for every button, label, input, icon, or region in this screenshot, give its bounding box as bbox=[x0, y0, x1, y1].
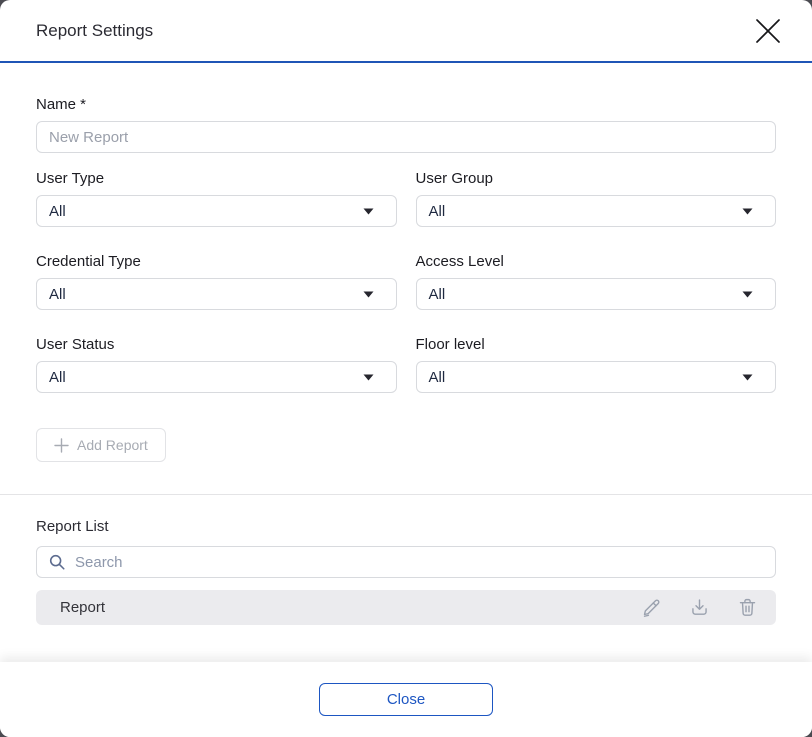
dialog-title: Report Settings bbox=[36, 21, 153, 41]
report-list-title: Report List bbox=[36, 518, 776, 535]
field-user-status: User Status All bbox=[36, 336, 397, 393]
user-status-select[interactable]: All bbox=[36, 361, 397, 393]
add-report-button[interactable]: Add Report bbox=[36, 428, 166, 462]
chevron-down-icon bbox=[363, 208, 374, 215]
report-settings-dialog: Report Settings Name * User Type All bbox=[0, 0, 812, 737]
report-search bbox=[36, 546, 776, 578]
access-level-value: All bbox=[429, 286, 446, 303]
user-group-select[interactable]: All bbox=[416, 195, 777, 227]
close-icon bbox=[753, 16, 783, 46]
add-report-label: Add Report bbox=[77, 437, 148, 453]
report-name-input[interactable] bbox=[36, 121, 776, 153]
user-status-label: User Status bbox=[36, 336, 397, 353]
close-button[interactable]: Close bbox=[319, 683, 493, 716]
dialog-header: Report Settings bbox=[0, 0, 812, 63]
field-access-level: Access Level All bbox=[416, 253, 777, 310]
user-type-value: All bbox=[49, 203, 66, 220]
close-dialog-button[interactable] bbox=[750, 13, 786, 49]
name-field-label: Name * bbox=[36, 96, 776, 113]
user-group-label: User Group bbox=[416, 170, 777, 187]
access-level-select[interactable]: All bbox=[416, 278, 777, 310]
report-item-name: Report bbox=[60, 599, 640, 616]
filter-fields-grid: User Type All User Group All bbox=[36, 170, 776, 393]
dialog-footer: Close bbox=[0, 662, 812, 737]
download-report-button[interactable] bbox=[688, 597, 710, 619]
access-level-label: Access Level bbox=[416, 253, 777, 270]
chevron-down-icon bbox=[742, 208, 753, 215]
section-divider bbox=[0, 494, 812, 495]
chevron-down-icon bbox=[742, 291, 753, 298]
credential-type-label: Credential Type bbox=[36, 253, 397, 270]
user-group-value: All bbox=[429, 203, 446, 220]
report-item-actions bbox=[640, 597, 758, 619]
delete-report-button[interactable] bbox=[736, 597, 758, 619]
plus-icon bbox=[54, 438, 69, 453]
field-user-group: User Group All bbox=[416, 170, 777, 227]
dialog-content: Name * User Type All User Group All bbox=[0, 63, 812, 662]
floor-level-label: Floor level bbox=[416, 336, 777, 353]
field-floor-level: Floor level All bbox=[416, 336, 777, 393]
report-search-input[interactable] bbox=[36, 546, 776, 578]
chevron-down-icon bbox=[742, 374, 753, 381]
user-type-label: User Type bbox=[36, 170, 397, 187]
credential-type-value: All bbox=[49, 286, 66, 303]
user-status-value: All bbox=[49, 369, 66, 386]
chevron-down-icon bbox=[363, 374, 374, 381]
download-icon bbox=[689, 597, 710, 618]
edit-report-button[interactable] bbox=[640, 597, 662, 619]
floor-level-select[interactable]: All bbox=[416, 361, 777, 393]
trash-icon bbox=[737, 597, 758, 618]
credential-type-select[interactable]: All bbox=[36, 278, 397, 310]
floor-level-value: All bbox=[429, 369, 446, 386]
report-list-item[interactable]: Report bbox=[36, 590, 776, 625]
chevron-down-icon bbox=[363, 291, 374, 298]
field-user-type: User Type All bbox=[36, 170, 397, 227]
pencil-icon bbox=[641, 597, 662, 618]
user-type-select[interactable]: All bbox=[36, 195, 397, 227]
field-credential-type: Credential Type All bbox=[36, 253, 397, 310]
